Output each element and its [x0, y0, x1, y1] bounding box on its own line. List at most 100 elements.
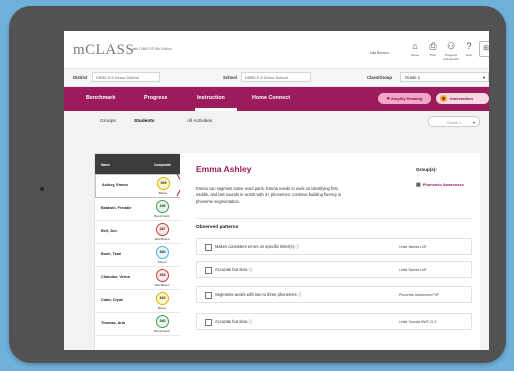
pattern-row: Segments words with two to three phoneme…	[196, 286, 472, 303]
student-row[interactable]: Baldwin, Freddie 345 Benchmark	[95, 198, 181, 221]
observed-patterns-title: Observed patterns	[196, 225, 239, 230]
pattern-skill: Letter Sounds NWF-CLS	[399, 320, 437, 324]
pattern-row: Accurate but slow ⓘ Letter Sounds NWF-CL…	[196, 313, 472, 330]
student-row[interactable]: Cobb, Clyde 320 Below	[95, 290, 181, 313]
student-list-header: Name Composite	[95, 154, 181, 174]
student-row[interactable]: Bell, Jon 287 Well Below	[95, 221, 181, 244]
tablet-frame: mCLASS with DIBELS® 8th Edition Julia Be…	[9, 6, 506, 363]
col-header-name: Name	[101, 163, 110, 167]
pattern-skill: Letter Names LNF	[399, 245, 427, 249]
student-detail-panel: Emma Ashley Emma can segment some word p…	[180, 153, 480, 350]
sub-tabs: Groups Students All Activities Grade 1 ▾	[64, 111, 489, 131]
brand-subtitle: with DIBELS® 8th Edition	[132, 47, 172, 51]
student-name: Bush, Tami	[101, 252, 122, 256]
groups-title: Group(s):	[416, 167, 437, 172]
content-area: Groups Students All Activities Grade 1 ▾…	[64, 111, 489, 350]
composite-level: Above	[157, 260, 167, 264]
grade-select-value: Grade 1	[446, 120, 462, 125]
intervention-label: Intervention	[450, 96, 473, 101]
composite-level: Below	[158, 191, 168, 195]
student-name: Baldwin, Freddie	[101, 206, 132, 210]
student-name: Ashley, Emma	[102, 183, 128, 187]
brand-logo: mCLASS	[73, 42, 135, 58]
student-name: Thomas, Aria	[101, 321, 125, 325]
student-row[interactable]: Ashley, Emma 309 Below	[95, 174, 181, 198]
app-header: mCLASS with DIBELS® 8th Edition Julia Be…	[64, 31, 489, 67]
district-select[interactable]: DIBELS 8 Demo District	[92, 72, 160, 82]
home-label: Home	[410, 53, 419, 57]
nav-home-connect[interactable]: Home Connect	[252, 95, 290, 101]
student-row[interactable]: Bush, Tami 380 Above	[95, 244, 181, 267]
student-list: Name Composite Ashley, Emma 309 Below Ba…	[94, 153, 182, 350]
camera-dot	[40, 187, 44, 191]
composite-level: Well Below	[154, 237, 170, 241]
col-header-composite: Composite	[154, 163, 172, 167]
pattern-checkbox[interactable]	[205, 267, 212, 274]
pattern-checkbox[interactable]	[205, 319, 212, 326]
home-icon: ⌂	[412, 41, 418, 51]
composite-score: 380	[156, 246, 169, 259]
nav-progress[interactable]: Progress	[144, 95, 167, 101]
student-name: Chandler, Verna	[101, 275, 130, 279]
group-link[interactable]: ▦ Phonemic Awareness	[416, 182, 464, 188]
divider	[196, 218, 472, 219]
class-group-value: Grade 1	[405, 75, 421, 80]
pattern-text: Accurate but slow ⓘ	[215, 319, 253, 324]
pattern-row: Accurate but slow ⓘ Letter Names LNF	[196, 261, 472, 278]
composite-score: 345	[156, 200, 169, 213]
student-row[interactable]: Chandler, Verna 263 Well Below	[95, 267, 181, 290]
class-group-select[interactable]: Grade 1 ▼	[400, 72, 489, 82]
tab-groups[interactable]: Groups	[100, 119, 116, 124]
group-name: Phonemic Awareness	[422, 182, 464, 187]
pattern-text: Segments words with two to three phoneme…	[215, 292, 302, 297]
print-button[interactable]: ⎙ Print	[425, 39, 441, 63]
intervention-button[interactable]: ✱ Intervention	[436, 93, 489, 104]
district-label: District	[73, 75, 88, 80]
apps-grid-icon[interactable]: ⊞	[479, 41, 489, 57]
composite-level: Benchmark	[154, 214, 170, 218]
progress-growth-button[interactable]: ⚇ Progress and Growth	[443, 39, 459, 63]
school-label: School	[223, 75, 237, 80]
pattern-checkbox[interactable]	[205, 292, 212, 299]
help-button[interactable]: ? Help	[461, 39, 477, 63]
pattern-checkbox[interactable]	[205, 244, 212, 251]
chevron-down-icon: ▾	[472, 120, 475, 125]
composite-level: Benchmark	[154, 329, 170, 333]
nav-instruction[interactable]: Instruction	[197, 95, 225, 101]
amplify-reading-button[interactable]: ❤ Amplify Reading	[378, 93, 431, 104]
intervention-icon: ✱	[440, 95, 447, 102]
help-icon: ?	[466, 41, 472, 51]
composite-score: 320	[156, 292, 169, 305]
main-nav: Benchmark Progress Instruction Home Conn…	[64, 87, 489, 111]
student-name: Bell, Jon	[101, 229, 117, 233]
pattern-skill: Phonemic Awareness PSF	[399, 293, 440, 297]
composite-score: 287	[156, 223, 169, 236]
student-description: Emma can segment some word parts. Emma n…	[196, 186, 342, 204]
home-button[interactable]: ⌂ Home	[407, 39, 423, 63]
amplify-reading-label: Amplify Reading	[390, 96, 423, 101]
tab-students[interactable]: Students	[134, 119, 155, 124]
student-detail-name: Emma Ashley	[196, 164, 252, 174]
print-label: Print	[429, 53, 437, 57]
user-name: Julia Benson	[369, 51, 390, 55]
school-select[interactable]: DIBELS 8 Demo School	[241, 72, 311, 82]
help-label: Help	[465, 53, 473, 57]
nav-benchmark[interactable]: Benchmark	[86, 95, 115, 101]
header-toolbar: ⌂ Home ⎙ Print ⚇ Progress and Growth ? H…	[407, 39, 489, 63]
student-row[interactable]: Thomas, Aria 340 Benchmark	[95, 313, 181, 336]
pattern-text: Accurate but slow ⓘ	[215, 267, 253, 272]
student-name: Cobb, Clyde	[101, 298, 124, 302]
print-icon: ⎙	[429, 41, 437, 51]
class-group-label: Class/Group	[367, 75, 392, 80]
people-icon: ⚇	[446, 41, 456, 51]
composite-level: Well Below	[154, 283, 170, 287]
grade-select[interactable]: Grade 1 ▾	[428, 116, 480, 127]
composite-score: 263	[156, 269, 169, 282]
composite-level: Below	[157, 306, 167, 310]
chevron-down-icon: ▼	[482, 75, 486, 80]
pattern-skill: Letter Names LNF	[399, 268, 427, 272]
filter-bar: District DIBELS 8 Demo District School D…	[64, 68, 489, 87]
composite-score: 340	[156, 315, 169, 328]
group-icon: ▦	[416, 182, 421, 188]
tab-all-activities[interactable]: All Activities	[187, 119, 212, 124]
